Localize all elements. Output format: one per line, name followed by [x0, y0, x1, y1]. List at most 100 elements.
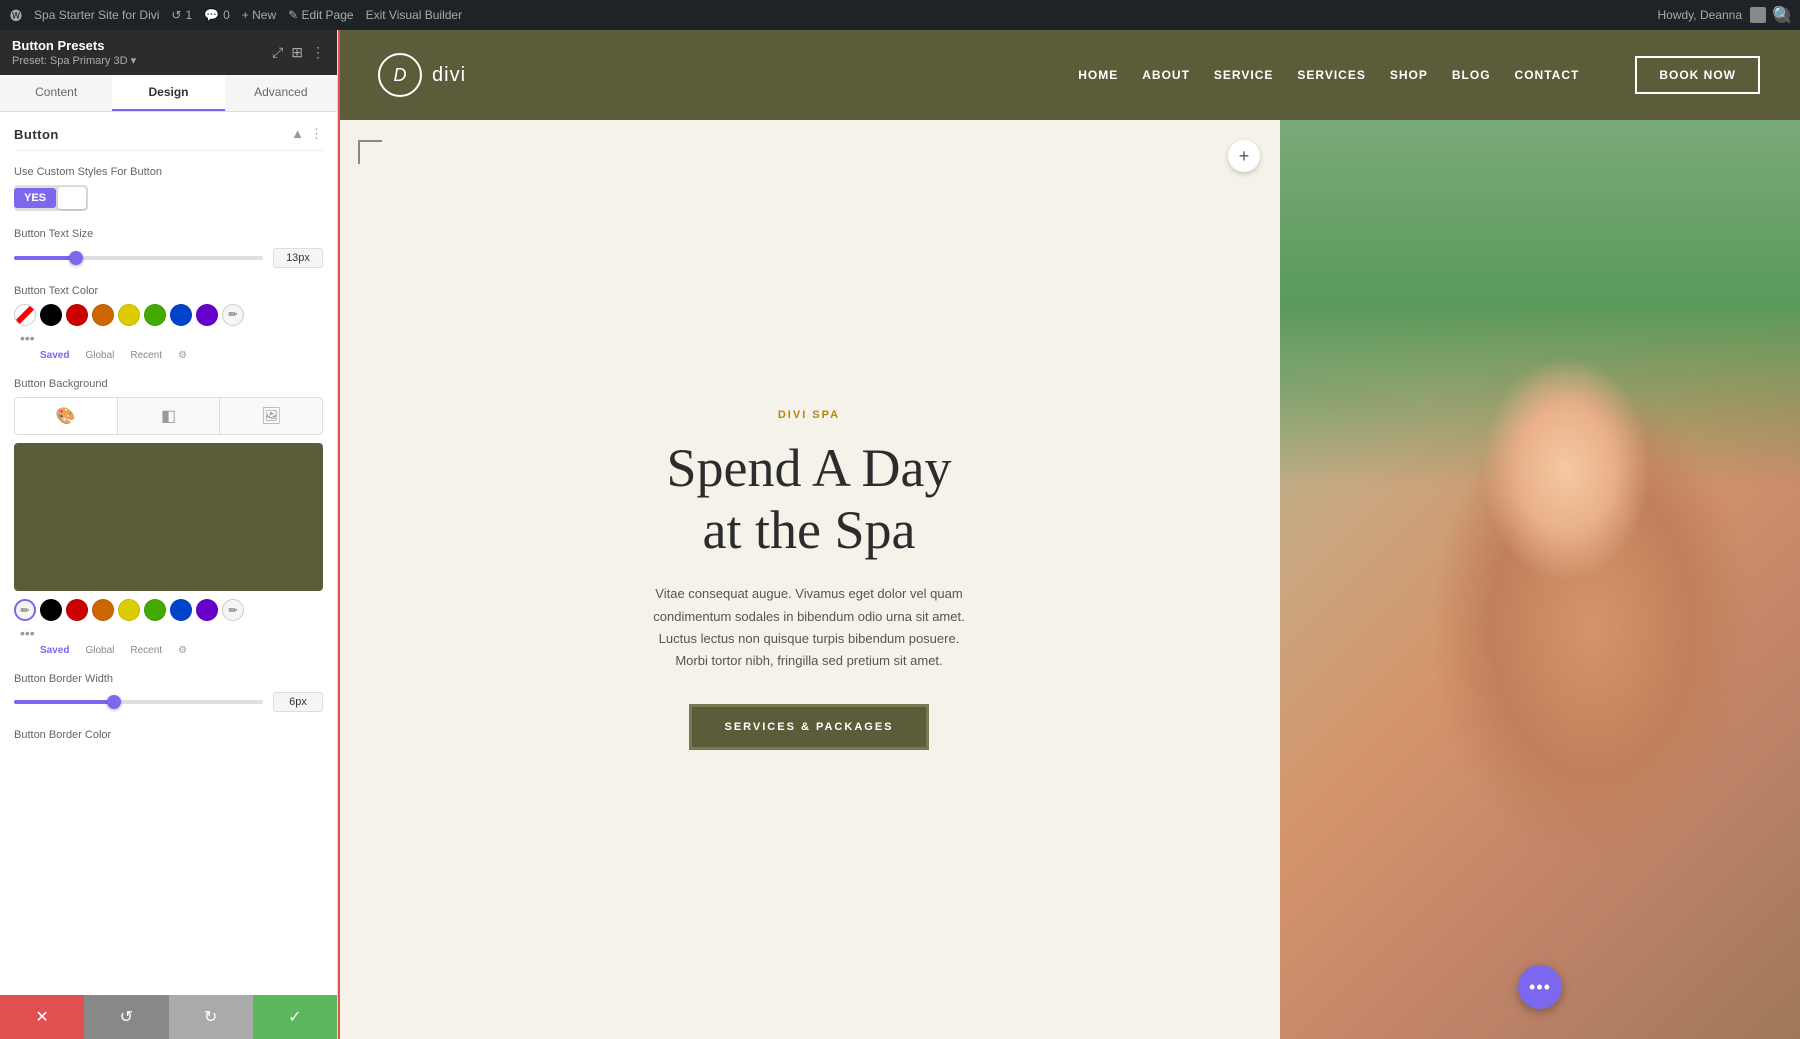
site-name-link[interactable]: Spa Starter Site for Divi: [34, 8, 159, 22]
wp-logo-btn[interactable]: 🅦: [10, 7, 22, 24]
saved-label[interactable]: Saved: [40, 350, 69, 361]
color-settings-icon[interactable]: ⚙: [178, 350, 187, 361]
bg-tab-color[interactable]: 🎨: [15, 398, 118, 434]
button-text-color-field: Button Text Color ✏ ••• Saved: [14, 284, 323, 361]
nav-home[interactable]: HOME: [1078, 68, 1118, 82]
swatch-black-bg[interactable]: [40, 599, 62, 621]
eyedropper-text[interactable]: ✏: [222, 304, 244, 326]
more-colors-bg[interactable]: •••: [18, 625, 37, 641]
toggle-handle: [58, 187, 86, 209]
border-width-field: Button Border Width 6px: [14, 672, 323, 712]
border-width-value[interactable]: 6px: [273, 692, 323, 712]
edit-page-button[interactable]: ✎ Edit Page: [288, 8, 353, 22]
border-width-slider[interactable]: [14, 700, 263, 704]
swatch-purple-text[interactable]: [196, 304, 218, 326]
global-label[interactable]: Global: [85, 350, 114, 361]
left-panel: Button Presets Preset: Spa Primary 3D ▾ …: [0, 30, 338, 1039]
swatch-red-bg[interactable]: [66, 599, 88, 621]
text-size-thumb[interactable]: [69, 251, 83, 265]
text-color-label: Button Text Color: [14, 284, 323, 298]
website-area: D divi HOME ABOUT SERVICE SERVICES SHOP …: [338, 30, 1800, 1039]
add-element-button[interactable]: +: [1228, 140, 1260, 172]
section-more-icon[interactable]: ⋮: [310, 126, 323, 142]
panel-header-icons: ⤢ ⊞ ⋮: [272, 44, 325, 61]
main-layout: Button Presets Preset: Spa Primary 3D ▾ …: [0, 30, 1800, 1039]
swatch-purple-bg[interactable]: [196, 599, 218, 621]
site-name-text: Spa Starter Site for Divi: [34, 8, 159, 22]
hero-cta-button[interactable]: SERVICES & PACKAGES: [689, 704, 928, 750]
collapse-icon[interactable]: ▲: [291, 126, 304, 142]
dots-icon: •••: [1529, 977, 1551, 998]
history-button[interactable]: ↺: [84, 995, 168, 1039]
tab-design[interactable]: Design: [112, 75, 224, 111]
layout-icon[interactable]: ⊞: [291, 44, 303, 61]
border-width-label: Button Border Width: [14, 672, 323, 686]
swatch-blue-text[interactable]: [170, 304, 192, 326]
recent-label[interactable]: Recent: [130, 350, 162, 361]
eyedropper-bg[interactable]: ✏: [14, 599, 36, 621]
border-width-thumb[interactable]: [107, 695, 121, 709]
swatch-blue-bg[interactable]: [170, 599, 192, 621]
comments-link[interactable]: 💬 0: [204, 8, 230, 22]
saved-label-bg[interactable]: Saved: [40, 645, 69, 656]
color-labels-bg: Saved Global Recent ⚙: [14, 645, 323, 656]
global-label-bg[interactable]: Global: [85, 645, 114, 656]
toggle-yes-label: YES: [14, 188, 56, 208]
nav-services[interactable]: SERVICES: [1297, 68, 1365, 82]
hero-left: + DIVI SPA Spend A Dayat the Spa Vitae c…: [338, 120, 1280, 1039]
panel-preset[interactable]: Preset: Spa Primary 3D ▾: [12, 54, 136, 67]
bg-settings-icon[interactable]: ⚙: [178, 645, 187, 656]
hero-image: [1280, 120, 1800, 1039]
corner-bracket: [358, 140, 382, 164]
nav-shop[interactable]: SHOP: [1390, 68, 1428, 82]
nav-service[interactable]: SERVICE: [1214, 68, 1273, 82]
swatch-black-text[interactable]: [40, 304, 62, 326]
swatch-orange-text[interactable]: [92, 304, 114, 326]
bg-color-preview[interactable]: [14, 443, 323, 591]
pen-bg[interactable]: ✏: [222, 599, 244, 621]
custom-styles-toggle[interactable]: YES: [14, 185, 88, 211]
nav-about[interactable]: ABOUT: [1142, 68, 1190, 82]
swatch-yellow-text[interactable]: [118, 304, 140, 326]
nav-contact[interactable]: CONTACT: [1515, 68, 1580, 82]
panel-bottom: ✕ ↺ ↻ ✓: [0, 995, 337, 1039]
swatch-red-text[interactable]: [66, 304, 88, 326]
swatch-orange-bg[interactable]: [92, 599, 114, 621]
more-colors-text[interactable]: •••: [18, 330, 37, 346]
logo-letter: D: [394, 65, 407, 86]
swatch-green-bg[interactable]: [144, 599, 166, 621]
admin-search-icon[interactable]: 🔍: [1774, 7, 1790, 23]
swatch-yellow-bg[interactable]: [118, 599, 140, 621]
user-avatar[interactable]: [1750, 7, 1766, 23]
text-size-slider[interactable]: [14, 256, 263, 260]
save-button[interactable]: ✓: [253, 995, 337, 1039]
text-size-value[interactable]: 13px: [273, 248, 323, 268]
cancel-button[interactable]: ✕: [0, 995, 84, 1039]
exit-builder-button[interactable]: Exit Visual Builder: [366, 8, 463, 22]
logo-circle: D: [378, 53, 422, 97]
border-width-slider-row: 6px: [14, 692, 323, 712]
swatch-transparent-text[interactable]: [14, 304, 36, 326]
tab-content[interactable]: Content: [0, 75, 112, 111]
admin-bar: 🅦 Spa Starter Site for Divi ↺ 1 💬 0 + Ne…: [0, 0, 1800, 30]
update-icon: ↺: [171, 8, 181, 22]
nav-blog[interactable]: BLOG: [1452, 68, 1491, 82]
module-options-button[interactable]: •••: [1518, 965, 1562, 1009]
fullscreen-icon[interactable]: ⤢: [272, 44, 283, 61]
color-labels-text: Saved Global Recent ⚙: [14, 350, 323, 361]
bg-tab-gradient[interactable]: ◧: [118, 398, 221, 434]
button-section-header: Button ▲ ⋮: [14, 126, 323, 151]
panel-header-info: Button Presets Preset: Spa Primary 3D ▾: [12, 38, 136, 67]
swatch-green-text[interactable]: [144, 304, 166, 326]
tab-advanced[interactable]: Advanced: [225, 75, 337, 111]
bg-tab-image[interactable]: 🖼: [220, 398, 322, 434]
redo-button[interactable]: ↻: [169, 995, 253, 1039]
book-now-button[interactable]: BOOK NOW: [1635, 56, 1760, 94]
recent-label-bg[interactable]: Recent: [130, 645, 162, 656]
more-icon[interactable]: ⋮: [311, 44, 325, 61]
panel-tabs: Content Design Advanced: [0, 75, 337, 112]
update-counter[interactable]: ↺ 1: [171, 8, 192, 22]
border-width-fill: [14, 700, 114, 704]
site-logo[interactable]: D divi: [378, 53, 466, 97]
new-button[interactable]: + New: [242, 8, 276, 22]
